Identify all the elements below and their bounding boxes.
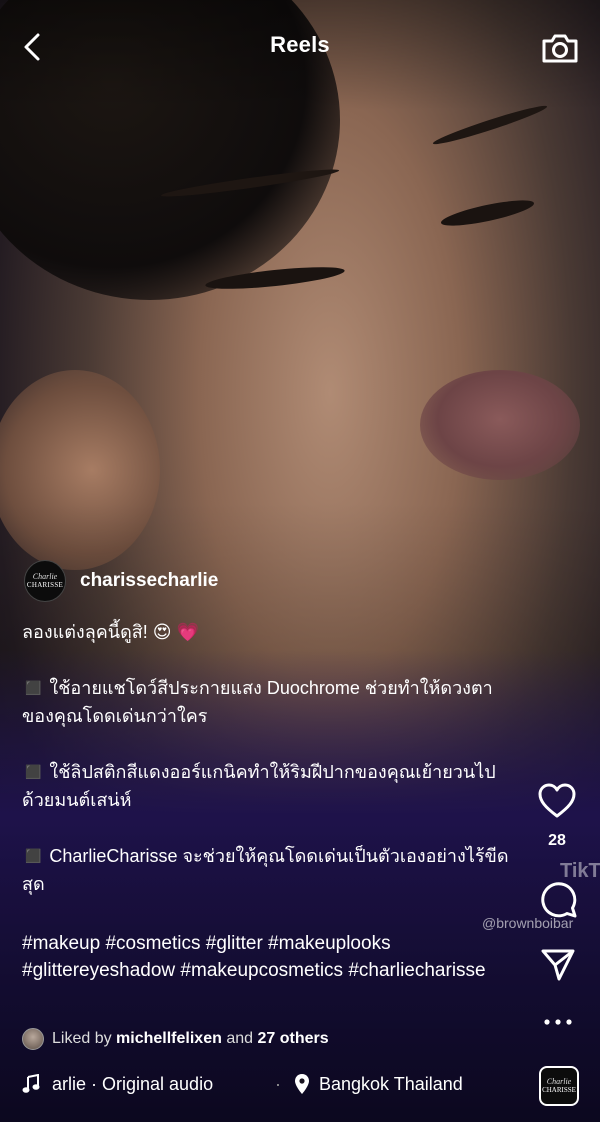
liked-others[interactable]: 27 others [257, 1030, 328, 1048]
caption-line: ◼️ ใช้ลิปสติกสีแดงออร์แกนิคทำให้ริมฝีปาก… [22, 762, 496, 810]
video-eye-right [439, 195, 536, 231]
more-icon[interactable] [541, 1012, 575, 1032]
audio-thumb-line1: Charlie [546, 1077, 572, 1086]
liked-user[interactable]: michellfelixen [116, 1030, 222, 1048]
comment-icon[interactable] [538, 880, 578, 920]
caption-line: ◼️ CharlieCharisse จะช่วยให้คุณโดดเด่นเป… [22, 846, 509, 894]
liked-prefix: Liked by [52, 1030, 112, 1047]
location-pin-icon [295, 1074, 309, 1094]
post-hashtags[interactable]: #makeup #cosmetics #glitter #makeuplooks… [22, 931, 522, 984]
liked-middle: and [226, 1030, 254, 1047]
like-count[interactable]: 28 [530, 832, 584, 850]
liked-by[interactable]: Liked by michellfelixen and 27 others [22, 1027, 329, 1051]
separator-dot: · [275, 1073, 281, 1094]
audio-thumbnail[interactable]: Charlie CHARISSE [539, 1066, 579, 1106]
avatar[interactable]: Charlie CHARISSE [24, 560, 66, 602]
audio-location-row: arlie · Original audio · Bangkok Thailan… [22, 1068, 522, 1100]
author-username[interactable]: charissecharlie [80, 570, 218, 592]
post-caption[interactable]: ลองแต่งลุคนี้ดูสิ! 😍 💗 ◼️ ใช้อายแชโดว์สี… [22, 618, 522, 898]
avatar-line1: Charlie [32, 572, 58, 581]
audio-link[interactable]: arlie · Original audio [52, 1074, 267, 1095]
caption-line: ลองแต่งลุคนี้ดูสิ! 😍 💗 [22, 622, 199, 642]
camera-icon[interactable] [540, 28, 580, 68]
page-title: Reels [270, 32, 330, 57]
header: Reels [0, 0, 600, 95]
send-icon[interactable] [540, 948, 576, 982]
caption-line: ◼️ ใช้อายแชโดว์สีประกายแสง Duochrome ช่ว… [22, 678, 493, 726]
video-lips [420, 370, 580, 480]
music-note-icon [22, 1074, 40, 1093]
audio-thumb-line2: CHARISSE [542, 1086, 576, 1094]
location-link[interactable]: Bangkok Thailand [319, 1074, 463, 1095]
liker-avatar [22, 1028, 44, 1050]
avatar-line2: CHARISSE [26, 581, 64, 589]
post-author[interactable]: Charlie CHARISSE charissecharlie [24, 560, 218, 602]
heart-icon[interactable] [537, 782, 577, 820]
